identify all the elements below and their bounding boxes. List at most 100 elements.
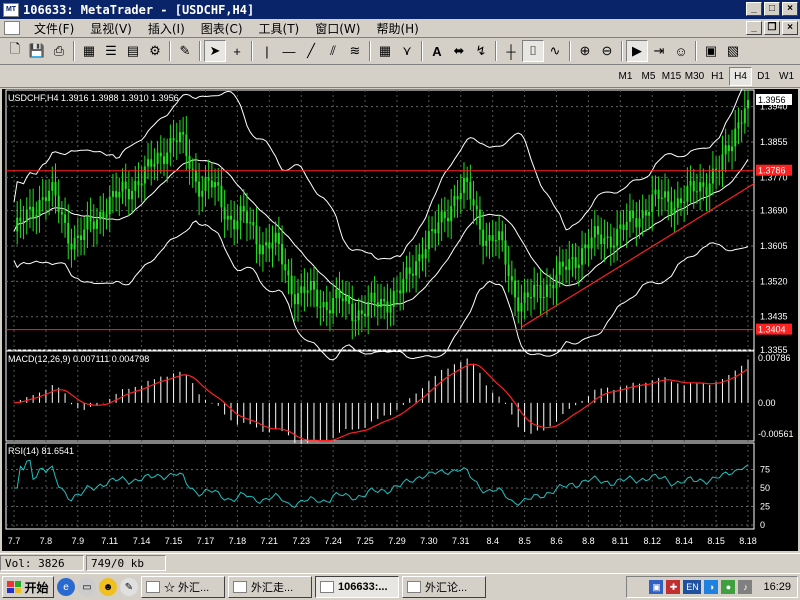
autoscroll-icon[interactable]: ▶: [626, 40, 648, 62]
timeframe-m5-button[interactable]: M5: [637, 67, 660, 86]
market-watch-icon[interactable]: ▦: [78, 40, 100, 62]
child-close-button[interactable]: ×: [782, 21, 798, 35]
save-icon[interactable]: 💾: [26, 40, 48, 62]
start-button[interactable]: 开始: [2, 576, 54, 598]
maximize-button[interactable]: □: [764, 2, 780, 16]
menu-charts[interactable]: 图表(C): [193, 20, 251, 37]
child-minimize-button[interactable]: _: [746, 21, 762, 35]
vertical-line-icon[interactable]: |: [256, 40, 278, 62]
properties-icon[interactable]: ⚙: [144, 40, 166, 62]
label-icon[interactable]: ⬌: [448, 40, 470, 62]
menu-tools[interactable]: 工具(T): [251, 20, 308, 37]
task-button-active[interactable]: 106633:...: [315, 576, 399, 598]
price-axis-label: 1.3520: [760, 276, 788, 286]
qq-icon[interactable]: ☻: [99, 578, 117, 596]
tray-app-icon[interactable]: ▣: [649, 580, 664, 594]
macd-scale-bottom: -0.00561: [758, 429, 794, 439]
date-axis-label: 7.30: [420, 536, 438, 546]
desktop-icon[interactable]: ▭: [78, 578, 96, 596]
menu-insert[interactable]: 插入(I): [140, 20, 193, 37]
gann-icon[interactable]: ⋎: [396, 40, 418, 62]
price-bar: [724, 145, 727, 155]
pencil-icon[interactable]: ✎: [174, 40, 196, 62]
toolbar-separator: [369, 41, 371, 61]
channel-icon[interactable]: ⫽: [322, 40, 344, 62]
price-bar: [392, 290, 395, 307]
candlestick-icon[interactable]: ⌷: [522, 40, 544, 62]
timeframe-h4-button[interactable]: H4: [729, 67, 752, 86]
price-bar: [309, 281, 312, 291]
new-order-icon[interactable]: ▣: [700, 40, 722, 62]
terminal-icon[interactable]: ▤: [122, 40, 144, 62]
close-button[interactable]: ×: [782, 2, 798, 16]
task-label: ☆ 外汇...: [164, 582, 210, 594]
expert-icon[interactable]: ☺: [670, 40, 692, 62]
cursor-icon[interactable]: ➤: [204, 40, 226, 62]
options-icon[interactable]: ▧: [722, 40, 744, 62]
date-axis-label: 7.7: [8, 536, 21, 546]
zoom-out-icon[interactable]: ⊖: [596, 40, 618, 62]
price-bar: [32, 206, 35, 218]
status-bar: Vol: 3826 749/0 kb: [0, 553, 800, 572]
arrows-icon[interactable]: ↯: [470, 40, 492, 62]
zoom-in-icon[interactable]: ⊕: [574, 40, 596, 62]
bar-chart-icon[interactable]: ┼: [500, 40, 522, 62]
timeframe-d1-button[interactable]: D1: [752, 67, 775, 86]
price-bar: [274, 232, 277, 243]
date-axis-label: 7.9: [72, 536, 85, 546]
task-label: 外汇论...: [425, 582, 468, 594]
price-bar: [399, 290, 402, 294]
price-axis-label: 1.3435: [760, 312, 788, 322]
minimize-button[interactable]: _: [746, 2, 762, 16]
tray-messenger-icon[interactable]: ●: [721, 580, 736, 594]
timeframe-h1-button[interactable]: H1: [706, 67, 729, 86]
print-icon[interactable]: ⎙: [48, 40, 70, 62]
price-bar: [418, 254, 421, 262]
price-axis-label: 1.3690: [760, 206, 788, 216]
task-button[interactable]: 外汇论...: [402, 576, 486, 598]
ie-icon[interactable]: e: [57, 578, 75, 596]
price-bar: [376, 302, 379, 308]
price-bar: [520, 302, 523, 312]
toolbar-separator: [495, 41, 497, 61]
tray-sound-icon[interactable]: ♪: [738, 580, 753, 594]
price-bar: [198, 181, 201, 197]
fibonacci-icon[interactable]: ≋: [344, 40, 366, 62]
task-button[interactable]: ☆ 外汇...: [141, 576, 225, 598]
chart-area[interactable]: 1.3940 1.3855 1.3770 1.3690 1.3605 1.3520 1.34…: [2, 89, 798, 551]
menu-help[interactable]: 帮助(H): [368, 20, 426, 37]
new-chart-icon[interactable]: 🗋: [4, 40, 26, 62]
chart-shift-icon[interactable]: ⇥: [648, 40, 670, 62]
price-bar: [277, 232, 280, 244]
task-button[interactable]: 外汇走...: [228, 576, 312, 598]
trend-line-icon[interactable]: ╱: [300, 40, 322, 62]
price-chart[interactable]: 1.39401.38551.37701.36901.36051.35201.34…: [2, 89, 798, 551]
clock: 16:29: [763, 581, 791, 593]
menu-window[interactable]: 窗口(W): [307, 20, 368, 37]
menu-view[interactable]: 显视(V): [82, 20, 140, 37]
tray-language-icon[interactable]: EN: [683, 580, 702, 594]
tray-network-icon[interactable]: ◑: [704, 580, 719, 594]
tray-antivirus-icon[interactable]: ✚: [666, 580, 681, 594]
notepad-icon[interactable]: ✎: [120, 578, 138, 596]
child-restore-button[interactable]: ❐: [764, 21, 780, 35]
toolbar-separator: [695, 41, 697, 61]
text-icon[interactable]: A: [426, 40, 448, 62]
horizontal-line-icon[interactable]: —: [278, 40, 300, 62]
macd-label: MACD(12,26,9) 0.007111 0.004798: [8, 354, 149, 364]
line-chart-icon[interactable]: ∿: [544, 40, 566, 62]
price-bar: [491, 235, 494, 242]
menu-file[interactable]: 文件(F): [26, 20, 82, 37]
price-bar: [41, 197, 44, 200]
timeframe-w1-button[interactable]: W1: [775, 67, 798, 86]
timeframe-m1-button[interactable]: M1: [614, 67, 637, 86]
fibo-grid-icon[interactable]: ▦: [374, 40, 396, 62]
price-bar: [408, 267, 411, 274]
crosshair-icon[interactable]: +: [226, 40, 248, 62]
timeframe-m15-button[interactable]: M15: [660, 67, 683, 86]
timeframe-m30-button[interactable]: M30: [683, 67, 706, 86]
price-bar: [245, 211, 248, 224]
ie-window-icon: [233, 581, 247, 593]
navigator-icon[interactable]: ☰: [100, 40, 122, 62]
document-icon[interactable]: [4, 21, 20, 35]
